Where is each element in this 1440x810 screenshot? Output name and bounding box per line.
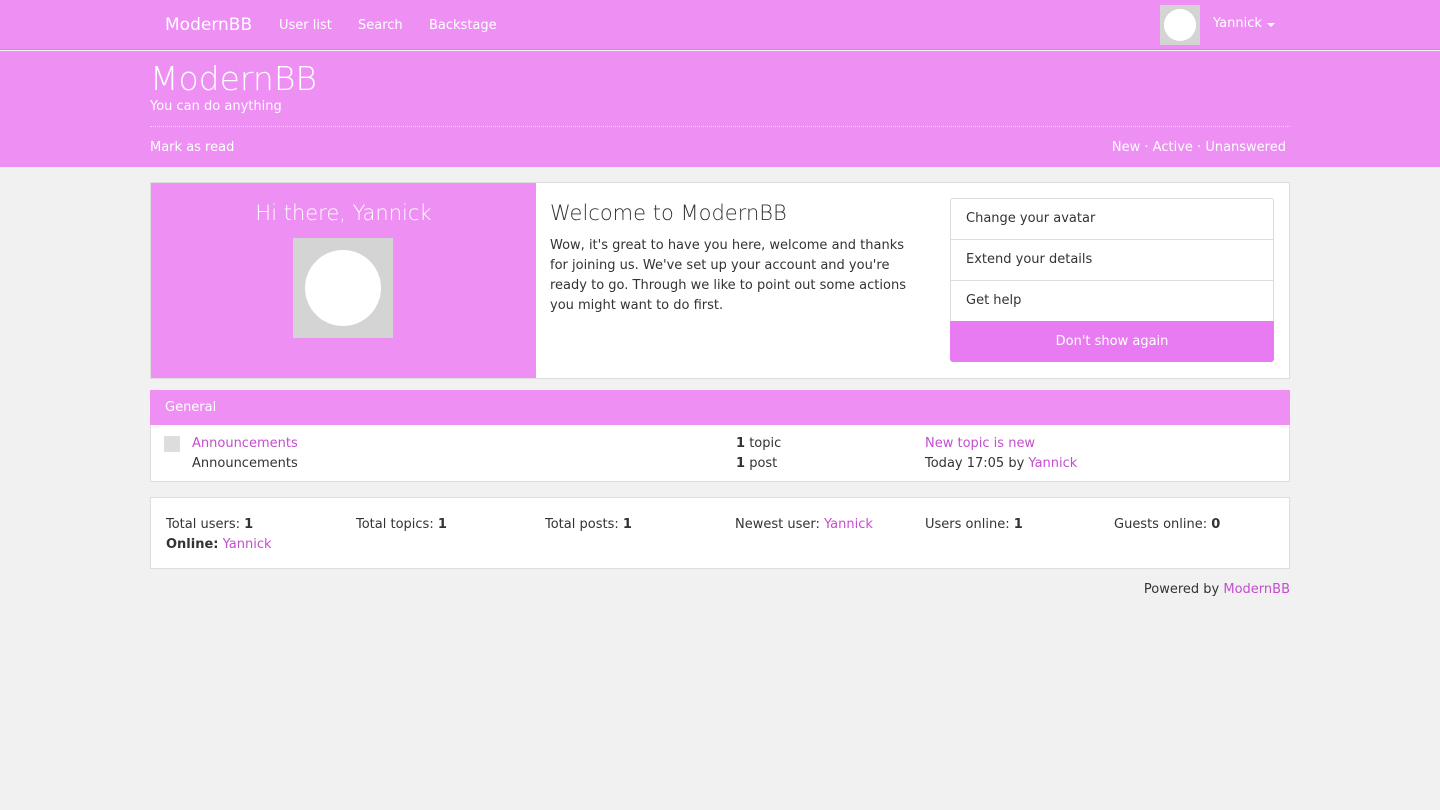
greeting: Hi there, Yannick xyxy=(255,201,432,225)
user-avatar[interactable] xyxy=(1160,5,1200,45)
online-user-link[interactable]: Yannick xyxy=(223,537,272,552)
avatar-placeholder-icon xyxy=(1164,9,1196,41)
welcome-text: Wow, it's great to have you here, welcom… xyxy=(550,238,906,313)
total-posts: Total posts: 1 xyxy=(545,517,632,532)
large-avatar xyxy=(293,238,393,338)
total-users: Total users: 1 xyxy=(166,517,254,532)
forum-category: General Announcements Announcements 1 to… xyxy=(150,390,1290,482)
last-topic-link[interactable]: New topic is new xyxy=(925,436,1035,451)
total-topics: Total topics: 1 xyxy=(356,517,447,532)
online-list: Online: Yannick xyxy=(166,537,272,552)
newest-user: Newest user: Yannick xyxy=(735,517,873,532)
active-topics-link[interactable]: Active xyxy=(1153,140,1193,155)
welcome-panel: Hi there, Yannick Welcome to ModernBB Wo… xyxy=(150,182,1290,379)
site-header: ModernBB You can do anything Mark as rea… xyxy=(0,51,1440,167)
forum-topic-count: 1 topic xyxy=(736,436,782,451)
mark-as-read-link[interactable]: Mark as read xyxy=(150,140,234,155)
nav-backstage[interactable]: Backstage xyxy=(429,18,497,33)
separator: · xyxy=(1144,140,1149,155)
extend-details-button[interactable]: Extend your details xyxy=(950,239,1274,280)
change-avatar-button[interactable]: Change your avatar xyxy=(950,198,1274,239)
top-navbar: ModernBB User list Search Backstage Yann… xyxy=(0,0,1440,50)
last-post-meta: Today 17:05 by Yannick xyxy=(925,456,1078,471)
dont-show-again-button[interactable]: Don't show again xyxy=(950,321,1274,362)
caret-down-icon[interactable] xyxy=(1267,23,1275,27)
quick-links: New · Active · Unanswered xyxy=(1112,140,1286,155)
nav-search[interactable]: Search xyxy=(358,18,403,33)
users-online: Users online: 1 xyxy=(925,517,1023,532)
category-title: General xyxy=(150,390,1290,425)
welcome-actions: Change your avatar Extend your details G… xyxy=(950,198,1274,362)
new-posts-link[interactable]: New xyxy=(1112,140,1140,155)
user-menu-toggle[interactable]: Yannick xyxy=(1213,16,1262,31)
welcome-user-card: Hi there, Yannick xyxy=(151,183,536,378)
site-description: You can do anything xyxy=(150,99,282,114)
forum-post-count: 1 post xyxy=(736,456,778,471)
brand-link[interactable]: ModernBB xyxy=(165,15,252,35)
forum-link[interactable]: Announcements xyxy=(192,436,298,451)
site-title: ModernBB xyxy=(150,59,318,98)
unanswered-link[interactable]: Unanswered xyxy=(1205,140,1286,155)
forum-status-icon xyxy=(164,436,180,452)
board-stats: Total users: 1 Total topics: 1 Total pos… xyxy=(150,497,1290,569)
forum-description: Announcements xyxy=(192,456,298,471)
avatar-placeholder-icon xyxy=(305,250,381,326)
guests-online: Guests online: 0 xyxy=(1114,517,1221,532)
separator: · xyxy=(1197,140,1202,155)
header-divider xyxy=(150,126,1290,127)
powered-by-link[interactable]: ModernBB xyxy=(1223,582,1290,597)
get-help-button[interactable]: Get help xyxy=(950,280,1274,321)
footer: Powered by ModernBB xyxy=(1143,582,1290,597)
welcome-title: Welcome to ModernBB xyxy=(550,201,787,225)
last-poster-link[interactable]: Yannick xyxy=(1028,456,1077,471)
nav-user-list[interactable]: User list xyxy=(279,18,332,33)
newest-user-link[interactable]: Yannick xyxy=(824,517,873,532)
